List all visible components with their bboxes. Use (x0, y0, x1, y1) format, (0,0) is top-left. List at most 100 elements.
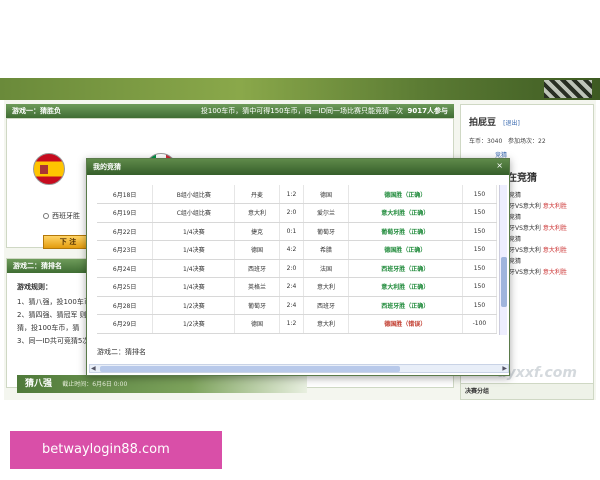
table-row: 6月25日 1/4决赛 英格兰 2:4 意大利 意大利胜（正确） 150 (97, 277, 497, 297)
row-stage: C组小组比赛 (152, 203, 236, 223)
row-date: 6月24日 (97, 259, 154, 278)
table-row: 6月29日 1/2决赛 德国 1:2 意大利 德国胜（错误） -100 (97, 314, 497, 334)
game1-header: 游戏一：猜胜负 投100车币，猜中可得150车币，同一ID同一场比赛只能竞猜一次… (6, 104, 454, 118)
list-item[interactable]: 牙VS意大利 意大利胜 (509, 201, 593, 212)
row-coins: 150 (462, 240, 497, 260)
row-away-team: 希腊 (303, 240, 349, 260)
live-guess-title: 在竞猜 (507, 173, 537, 184)
participants-count: 9017人参与 (407, 107, 448, 115)
list-item[interactable]: 竞猜 (509, 256, 593, 267)
row-home-team: 丹麦 (234, 185, 280, 204)
row-home-team: 捷克 (234, 222, 280, 241)
horizontal-scrollbar[interactable]: ◀ ▶ (89, 364, 509, 373)
final-group-footer: 决赛分组 (461, 383, 593, 399)
scroll-left-icon[interactable]: ◀ (91, 365, 96, 372)
row-coins: 150 (462, 185, 497, 204)
game1-info: 投100车币，猜中可得150车币，同一ID同一场比赛只能竞猜一次 9017人参与 (201, 104, 454, 118)
table-row: 6月22日 1/4决赛 捷克 0:1 葡萄牙 葡萄牙胜（正确） 150 (97, 222, 497, 241)
row-away-team: 法国 (303, 259, 349, 278)
row-home-team: 德国 (234, 314, 280, 334)
table-row: 6月24日 1/4决赛 西班牙 2:0 法国 西班牙胜（正确） 150 (97, 259, 497, 278)
row-home-team: 英格兰 (234, 277, 280, 297)
row-score: 4:2 (279, 240, 305, 260)
row-result: 西班牙胜（正确） (348, 259, 463, 278)
row-score: 2:4 (279, 277, 305, 297)
quarterfinal-bar[interactable]: 猜八强 截止时间：6月6日 0:00 (17, 375, 307, 393)
row-result: 意大利胜（正确） (348, 203, 463, 223)
table-row: 6月28日 1/2决赛 葡萄牙 2:4 西班牙 西班牙胜（正确） 150 (97, 296, 497, 315)
row-result: 意大利胜（正确） (348, 277, 463, 297)
row-result: 德国胜（正确） (348, 185, 463, 204)
row-score: 2:4 (279, 296, 305, 315)
horizontal-scroll-thumb[interactable] (100, 366, 400, 372)
row-result: 西班牙胜（正确） (348, 296, 463, 315)
dialog-footer-label: 游戏二：猜排名 (97, 348, 146, 356)
games-count: 参加场次：22 (508, 138, 546, 145)
row-away-team: 意大利 (303, 314, 349, 334)
row-coins: 150 (462, 277, 497, 297)
row-date: 6月18日 (97, 185, 154, 204)
row-stage: 1/4决赛 (152, 277, 236, 297)
row-date: 6月19日 (97, 203, 154, 223)
row-score: 1:2 (279, 314, 305, 334)
row-stage: 1/2决赛 (152, 314, 236, 334)
list-item[interactable]: 牙VS意大利 意大利胜 (509, 223, 593, 234)
radio-icon[interactable] (43, 213, 49, 219)
close-icon[interactable]: × (496, 161, 503, 170)
row-result: 德国胜（错误） (348, 314, 463, 334)
row-coins: 150 (462, 222, 497, 241)
game1-title: 游戏一：猜胜负 (12, 107, 61, 115)
coin-balance: 车币：3040 (469, 138, 503, 145)
row-coins: 150 (462, 296, 497, 315)
row-stage: 1/2决赛 (152, 296, 236, 315)
row-away-team: 意大利 (303, 277, 349, 297)
promo-banner[interactable]: betwaylogin88.com (10, 431, 222, 469)
row-score: 2:0 (279, 203, 305, 223)
my-guesses-dialog: 我的竞猜 × 6月18日 B组小组比赛 丹麦 1:2 德国 德国胜（正确） 150 6月19日… (86, 158, 510, 376)
row-stage: 1/4决赛 (152, 259, 236, 278)
option-spain-win[interactable]: 西班牙胜 (43, 211, 80, 221)
row-score: 2:0 (279, 259, 305, 278)
row-away-team: 德国 (303, 185, 349, 204)
nickname-text: 拍屁豆 (469, 118, 497, 128)
user-nickname: 拍屁豆 [退出] (469, 115, 593, 128)
table-row: 6月23日 1/4决赛 德国 4:2 希腊 德国胜（正确） 150 (97, 240, 497, 260)
row-away-team: 西班牙 (303, 296, 349, 315)
row-home-team: 德国 (234, 240, 280, 260)
quarterfinal-deadline: 截止时间：6月6日 0:00 (62, 381, 128, 388)
scroll-right-icon[interactable]: ▶ (502, 365, 507, 372)
row-score: 0:1 (279, 222, 305, 241)
row-result: 德国胜（正确） (348, 240, 463, 260)
list-item[interactable]: 牙VS意大利 意大利胜 (509, 267, 593, 278)
list-item[interactable]: 竞猜 (509, 234, 593, 245)
row-result: 葡萄牙胜（正确） (348, 222, 463, 241)
dialog-title: 我的竞猜 (87, 159, 509, 175)
row-stage: B组小组比赛 (152, 185, 236, 204)
list-item[interactable]: 竞猜 (509, 212, 593, 223)
row-away-team: 葡萄牙 (303, 222, 349, 241)
vertical-scrollbar[interactable] (499, 185, 507, 335)
option-label: 西班牙胜 (52, 212, 80, 220)
list-item[interactable]: 竞猜 (509, 190, 593, 201)
top-banner (0, 78, 600, 100)
row-date: 6月28日 (97, 296, 154, 315)
game2-title: 游戏二：猜排名 (13, 262, 62, 270)
checkered-flag-graphic (544, 80, 592, 98)
row-home-team: 葡萄牙 (234, 296, 280, 315)
vertical-scroll-thumb[interactable] (501, 257, 507, 307)
quarterfinal-label: 猜八强 (25, 379, 53, 389)
row-home-team: 意大利 (234, 203, 280, 223)
row-stage: 1/4决赛 (152, 222, 236, 241)
spain-flag-icon (33, 153, 65, 185)
row-date: 6月25日 (97, 277, 154, 297)
row-coins: 150 (462, 259, 497, 278)
row-date: 6月23日 (97, 240, 154, 260)
table-row: 6月18日 B组小组比赛 丹麦 1:2 德国 德国胜（正确） 150 (97, 185, 497, 204)
logout-link[interactable]: [退出] (503, 120, 520, 127)
game1-info-text: 投100车币，猜中可得150车币，同一ID同一场比赛只能竞猜一次 (200, 107, 404, 115)
row-date: 6月29日 (97, 314, 154, 334)
row-home-team: 西班牙 (234, 259, 280, 278)
list-item[interactable]: 牙VS意大利 意大利胜 (509, 245, 593, 256)
guess-table-wrap: 6月18日 B组小组比赛 丹麦 1:2 德国 德国胜（正确） 150 6月19日 C组小组比赛意… (97, 185, 497, 335)
row-coins: -100 (462, 314, 497, 334)
